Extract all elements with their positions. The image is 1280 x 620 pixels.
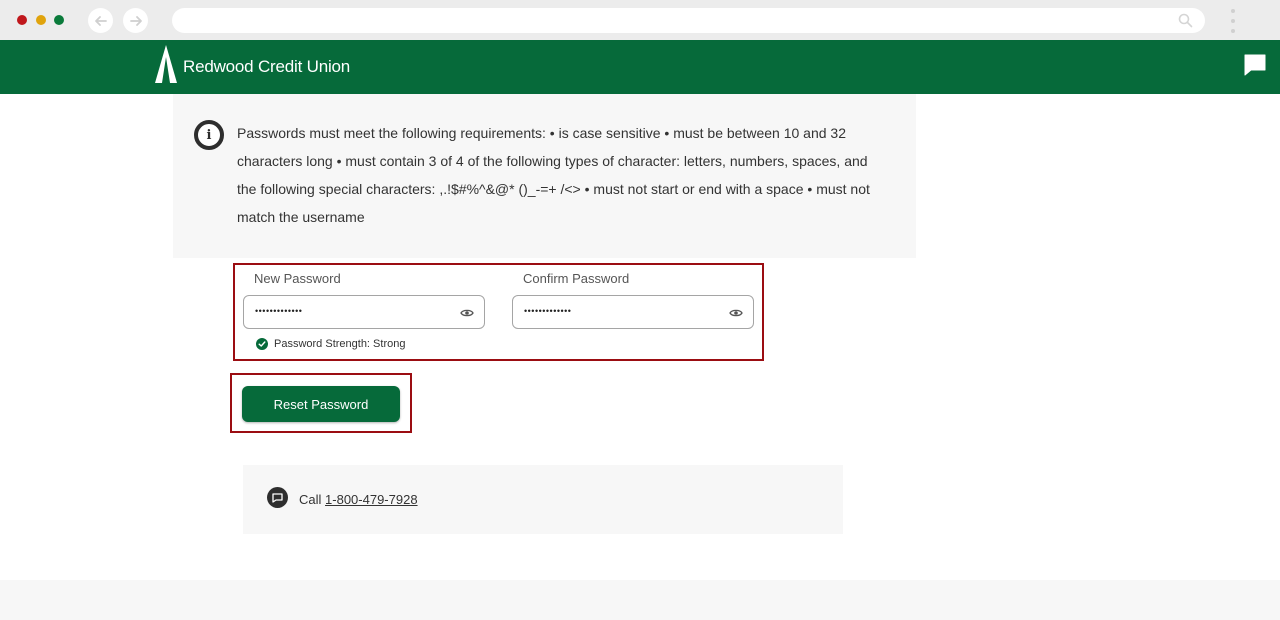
address-bar[interactable]	[172, 8, 1205, 33]
call-prefix: Call	[299, 492, 322, 507]
eye-icon[interactable]	[729, 307, 743, 319]
redwood-tree-icon	[155, 45, 177, 83]
confirm-password-value: •••••••••••••	[524, 306, 572, 316]
password-requirements-box: i Passwords must meet the following requ…	[173, 94, 916, 258]
site-header: Redwood Credit Union	[0, 40, 1280, 94]
search-icon	[1178, 13, 1193, 28]
reset-password-button[interactable]: Reset Password	[242, 386, 400, 422]
chat-icon[interactable]	[1243, 53, 1267, 77]
browser-chrome	[0, 0, 1280, 40]
confirm-password-field[interactable]: •••••••••••••	[512, 295, 754, 329]
eye-icon[interactable]	[460, 307, 474, 319]
window-maximize-dot[interactable]	[54, 15, 64, 25]
info-icon: i	[194, 120, 224, 150]
window-minimize-dot[interactable]	[36, 15, 46, 25]
call-text: Call 1-800-479-7928	[299, 492, 418, 507]
new-password-label: New Password	[254, 271, 341, 286]
brand-name: Redwood Credit Union	[183, 57, 351, 76]
password-requirements-text: Passwords must meet the following requir…	[237, 125, 870, 225]
new-password-field[interactable]: •••••••••••••	[243, 295, 485, 329]
confirm-password-label: Confirm Password	[523, 271, 630, 286]
password-strength-text: Password Strength: Strong	[274, 338, 406, 350]
window-close-dot[interactable]	[17, 15, 27, 25]
arrow-right-icon	[129, 15, 142, 26]
brand-logo[interactable]: Redwood Credit Union	[153, 45, 350, 85]
chat-bubble-icon	[267, 487, 288, 508]
forward-button[interactable]	[123, 8, 148, 33]
password-strength-indicator: Password Strength: Strong	[256, 338, 405, 350]
arrow-left-icon	[94, 15, 107, 26]
new-password-value: •••••••••••••	[255, 306, 303, 316]
browser-menu-icon[interactable]	[1230, 9, 1236, 33]
footer-band	[0, 580, 1280, 620]
back-button[interactable]	[88, 8, 113, 33]
check-circle-icon	[256, 338, 268, 350]
phone-link[interactable]: 1-800-479-7928	[325, 492, 418, 507]
call-support-box: Call 1-800-479-7928	[243, 465, 843, 534]
